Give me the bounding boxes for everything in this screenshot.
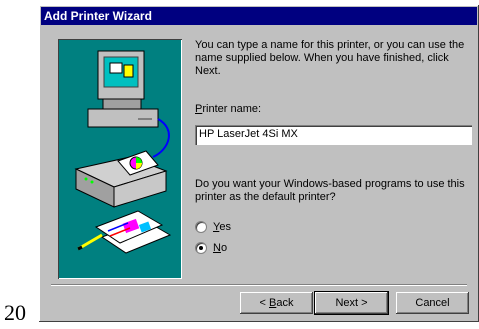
intro-text: You can type a name for this printer, or… bbox=[195, 39, 465, 77]
printed-pages-icon bbox=[77, 210, 172, 254]
printer-name-field[interactable]: HP LaserJet 4Si MX bbox=[195, 125, 472, 145]
default-printer-question: Do you want your Windows-based programs … bbox=[195, 178, 465, 203]
next-button[interactable]: Next > bbox=[315, 292, 388, 314]
radio-yes-indicator[interactable] bbox=[195, 221, 207, 233]
computer-monitor-icon bbox=[87, 50, 159, 128]
radio-no[interactable]: No bbox=[195, 242, 227, 254]
cancel-button[interactable]: Cancel bbox=[396, 292, 469, 314]
title-bar[interactable]: Add Printer Wizard bbox=[41, 7, 477, 25]
page-number: 20 bbox=[4, 300, 26, 325]
add-printer-wizard-dialog: Add Printer Wizard You can type a name f… bbox=[39, 5, 479, 322]
radio-no-indicator[interactable] bbox=[195, 242, 207, 254]
wizard-illustration bbox=[58, 39, 182, 279]
radio-yes[interactable]: Yes bbox=[195, 221, 231, 233]
back-button[interactable]: < Back bbox=[240, 292, 313, 314]
button-separator bbox=[51, 284, 467, 286]
window-title: Add Printer Wizard bbox=[44, 9, 152, 23]
radio-no-label: No bbox=[213, 242, 228, 254]
printer-icon bbox=[74, 150, 168, 208]
radio-yes-label: Yes bbox=[213, 221, 231, 233]
printer-name-label: Printer name: bbox=[195, 103, 262, 115]
